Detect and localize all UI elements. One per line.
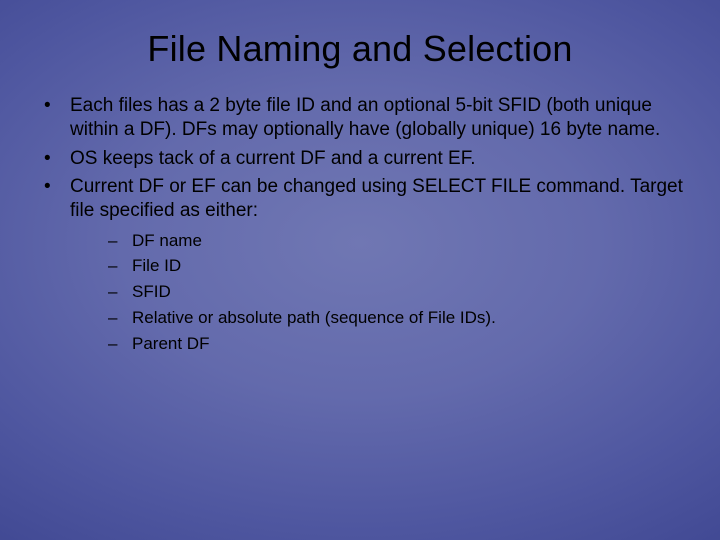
sub-bullet-text: DF name [132, 231, 202, 250]
bullet-text: OS keeps tack of a current DF and a curr… [70, 148, 476, 169]
bullet-item: Current DF or EF can be changed using SE… [36, 175, 684, 354]
slide-body: Each files has a 2 byte file ID and an o… [0, 94, 720, 354]
bullet-text: Each files has a 2 byte file ID and an o… [70, 95, 660, 140]
sub-bullet-item: Relative or absolute path (sequence of F… [104, 307, 684, 329]
bullet-text: Current DF or EF can be changed using SE… [70, 176, 683, 221]
slide: File Naming and Selection Each files has… [0, 0, 720, 540]
bullet-item: Each files has a 2 byte file ID and an o… [36, 94, 684, 143]
bullet-list-level1: Each files has a 2 byte file ID and an o… [36, 94, 684, 354]
sub-bullet-text: Parent DF [132, 334, 209, 353]
sub-bullet-item: Parent DF [104, 333, 684, 355]
sub-bullet-text: File ID [132, 256, 181, 275]
slide-title: File Naming and Selection [0, 0, 720, 94]
sub-bullet-item: DF name [104, 230, 684, 252]
bullet-item: OS keeps tack of a current DF and a curr… [36, 147, 684, 171]
sub-bullet-text: SFID [132, 282, 171, 301]
sub-bullet-item: File ID [104, 255, 684, 277]
sub-bullet-text: Relative or absolute path (sequence of F… [132, 308, 496, 327]
sub-bullet-item: SFID [104, 281, 684, 303]
bullet-list-level2: DF name File ID SFID Relative or absolut… [70, 230, 684, 355]
